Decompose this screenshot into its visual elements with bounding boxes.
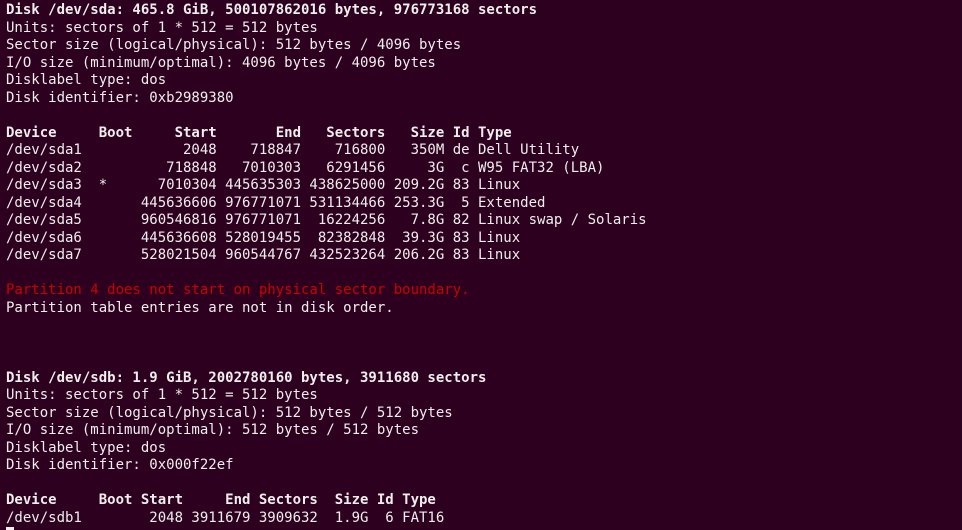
partition-row: /dev/sdb1 2048 3911679 3909632 1.9G 6 FA…: [6, 510, 444, 526]
terminal-output: Disk /dev/sda: 465.8 GiB, 500107862016 b…: [6, 2, 956, 530]
identifier-line: Disk identifier: 0x000f22ef: [6, 457, 234, 473]
io-size-line: I/O size (minimum/optimal): 512 bytes / …: [6, 422, 419, 438]
units-line: Units: sectors of 1 * 512 = 512 bytes: [6, 387, 318, 403]
partition-row: /dev/sda1 2048 718847 716800 350M de Del…: [6, 142, 579, 158]
partition-row: /dev/sda3 * 7010304 445635303 438625000 …: [6, 177, 520, 193]
io-size-line: I/O size (minimum/optimal): 4096 bytes /…: [6, 55, 436, 71]
identifier-line: Disk identifier: 0xb2989380: [6, 90, 234, 106]
partition-row: /dev/sda2 718848 7010303 6291456 3G c W9…: [6, 160, 604, 176]
partition-table-header: Device Boot Start End Sectors Size Id Ty…: [6, 492, 436, 508]
units-line: Units: sectors of 1 * 512 = 512 bytes: [6, 20, 318, 36]
partition-row: /dev/sda7 528021504 960544767 432523264 …: [6, 247, 520, 263]
disk-order-note: Partition table entries are not in disk …: [6, 300, 394, 316]
partition-table-header: Device Boot Start End Sectors Size Id Ty…: [6, 125, 512, 141]
sector-size-line: Sector size (logical/physical): 512 byte…: [6, 405, 453, 421]
label-type-line: Disklabel type: dos: [6, 72, 166, 88]
partition-row: /dev/sda5 960546816 976771071 16224256 7…: [6, 212, 647, 228]
disk-header-sdb: Disk /dev/sdb: 1.9 GiB, 2002780160 bytes…: [6, 370, 486, 386]
partition-row: /dev/sda6 445636608 528019455 82382848 3…: [6, 230, 520, 246]
sector-size-line: Sector size (logical/physical): 512 byte…: [6, 37, 461, 53]
disk-header-sda: Disk /dev/sda: 465.8 GiB, 500107862016 b…: [6, 2, 537, 18]
sector-boundary-warning: Partition 4 does not start on physical s…: [6, 282, 470, 298]
partition-row: /dev/sda4 445636606 976771071 531134466 …: [6, 195, 545, 211]
label-type-line: Disklabel type: dos: [6, 440, 166, 456]
